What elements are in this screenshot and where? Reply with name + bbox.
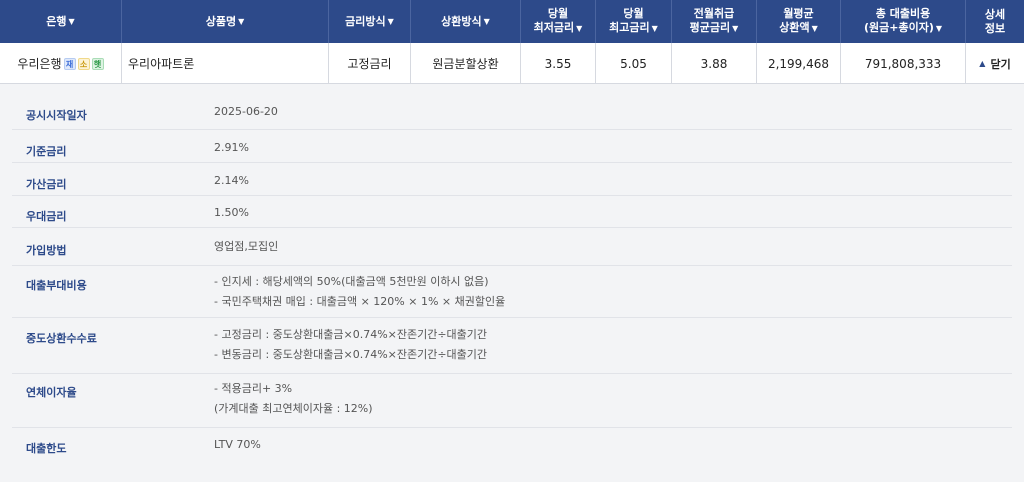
detail-label: 중도상환수수료 [26, 332, 97, 345]
detail-row: 연체이자율 - 적용금리+ 3% (가계대출 최고연체이자율 : 12%) [12, 374, 1012, 428]
detail-row: 중도상환수수료 - 고정금리 : 중도상환대출금×0.74%×잔존기간÷대출기간… [12, 318, 1012, 374]
loan-comparison-table: 은행 ▼ 상품명 ▼ 금리방식 ▼ 상환방식 ▼ 당월 최저금리 ▼ 당월 최고금리 ▼ 전월취… [0, 0, 1024, 482]
detail-value: 영업점,모집인 [214, 240, 279, 253]
close-detail-button[interactable]: ▲ 닫기 [979, 56, 1010, 72]
header-label: 정보 [984, 21, 1006, 35]
detail-value: - 적용금리+ 3% [214, 382, 293, 395]
header-label: 당월 [547, 7, 569, 20]
detail-label: 가입방법 [26, 244, 67, 257]
header-label: 상품명 [205, 14, 237, 28]
header-label: 월평균 [783, 7, 814, 20]
detail-value: (가계대출 최고연체이자율 : 12%) [214, 402, 373, 415]
detail-row: 대출한도 LTV 70% [12, 428, 1012, 462]
header-label: 상세 [984, 7, 1006, 21]
detail-cell: ▲ 닫기 [966, 43, 1024, 84]
avg-rate-cell: 3.88 [672, 43, 757, 84]
detail-row: 공시시작일자 2025-06-20 [12, 96, 1012, 130]
detail-panel: 공시시작일자 2025-06-20 기준금리 2.91% 가산금리 2.14% … [0, 84, 1024, 482]
sort-min-rate-header[interactable]: 당월 최저금리 ▼ [521, 0, 596, 43]
detail-label: 우대금리 [26, 210, 67, 223]
sort-monthly-header[interactable]: 월평균 상환액 ▼ [757, 0, 841, 43]
bank-name: 우리은행 [17, 57, 62, 71]
header-label: 은행 [46, 14, 67, 28]
detail-label: 기준금리 [26, 145, 67, 158]
close-label: 닫기 [990, 57, 1011, 71]
detail-value: 2.91% [214, 141, 249, 154]
sort-max-rate-header[interactable]: 당월 최고금리 ▼ [596, 0, 672, 43]
product-cell: 우리아파트론 [122, 43, 329, 84]
sort-arrow-icon: ▼ [68, 16, 75, 26]
sort-bank-header[interactable]: 은행 ▼ [0, 0, 122, 43]
detail-row: 가입방법 영업점,모집인 [12, 228, 1012, 266]
detail-label: 연체이자율 [26, 386, 77, 399]
bank-cell: 우리은행 재 소 햇 [0, 43, 122, 84]
header-label: 당월 [623, 7, 644, 20]
detail-value: - 고정금리 : 중도상환대출금×0.74%×잔존기간÷대출기간 [214, 328, 488, 341]
detail-value: 1.50% [214, 206, 249, 219]
sort-arrow-icon: ▼ [387, 16, 394, 26]
header-label: 금리방식 [345, 14, 386, 28]
detail-row: 기준금리 2.91% [12, 130, 1012, 163]
sort-arrow-icon: ▼ [811, 24, 818, 33]
sort-product-header[interactable]: 상품명 ▼ [122, 0, 329, 43]
min-rate-cell: 3.55 [521, 43, 596, 84]
badge-jae: 재 [63, 57, 76, 70]
sort-repay-type-header[interactable]: 상환방식 ▼ [411, 0, 521, 43]
detail-value: - 변동금리 : 중도상환대출금×0.74%×잔존기간÷대출기간 [214, 348, 488, 361]
product-name: 우리아파트론 [128, 57, 195, 71]
detail-value: LTV 70% [214, 438, 261, 451]
header-label: (원금+총이자) [863, 21, 934, 34]
detail-row: 가산금리 2.14% [12, 163, 1012, 196]
table-row: 우리은행 재 소 햇 우리아파트론 고정금리 원금분할상환 3.55 5.05 … [0, 43, 1024, 84]
badge-haet: 햇 [91, 57, 104, 70]
max-rate-cell: 5.05 [596, 43, 672, 84]
header-label: 최고금리 [609, 21, 650, 34]
repay-type-cell: 원금분할상환 [411, 43, 521, 84]
table-header: 은행 ▼ 상품명 ▼ 금리방식 ▼ 상환방식 ▼ 당월 최저금리 ▼ 당월 최고금리 ▼ 전월취… [0, 0, 1024, 43]
detail-value: 2.14% [214, 174, 249, 187]
header-label: 전월취급 [693, 7, 735, 20]
detail-row: 대출부대비용 - 인지세 : 해당세액의 50%(대출금액 5천만원 이하시 없… [12, 266, 1012, 318]
sort-arrow-icon: ▼ [651, 24, 658, 33]
header-label: 총 대출비용 [875, 7, 931, 20]
rate-type-cell: 고정금리 [329, 43, 411, 84]
detail-label: 가산금리 [26, 178, 67, 191]
sort-arrow-icon: ▼ [576, 24, 583, 33]
sort-total-header[interactable]: 총 대출비용 (원금+총이자) ▼ [841, 0, 966, 43]
sort-arrow-icon: ▼ [935, 24, 943, 33]
badge-so: 소 [77, 57, 90, 70]
detail-value: - 국민주택채권 매입 : 대출금액 × 120% × 1% × 채권할인율 [214, 295, 506, 308]
caret-up-icon: ▲ [979, 59, 986, 68]
total-cell: 791,808,333 [841, 43, 966, 84]
detail-value: - 인지세 : 해당세액의 50%(대출금액 5천만원 이하시 없음) [214, 275, 489, 288]
detail-row: 우대금리 1.50% [12, 196, 1012, 228]
header-label: 최저금리 [533, 21, 575, 34]
sort-arrow-icon: ▼ [732, 24, 739, 33]
monthly-cell: 2,199,468 [757, 43, 841, 84]
sort-arrow-icon: ▼ [483, 16, 490, 26]
detail-header: 상세 정보 [966, 0, 1024, 43]
detail-value: 2025-06-20 [214, 105, 278, 118]
sort-avg-rate-header[interactable]: 전월취급 평균금리 ▼ [672, 0, 757, 43]
header-label: 상환방식 [441, 14, 482, 28]
detail-label: 대출한도 [26, 442, 67, 455]
detail-label: 대출부대비용 [26, 279, 87, 292]
detail-label: 공시시작일자 [26, 109, 87, 122]
header-label: 상환액 [779, 21, 810, 34]
sort-rate-type-header[interactable]: 금리방식 ▼ [329, 0, 411, 43]
header-label: 평균금리 [689, 21, 731, 34]
sort-arrow-icon: ▼ [238, 16, 245, 26]
